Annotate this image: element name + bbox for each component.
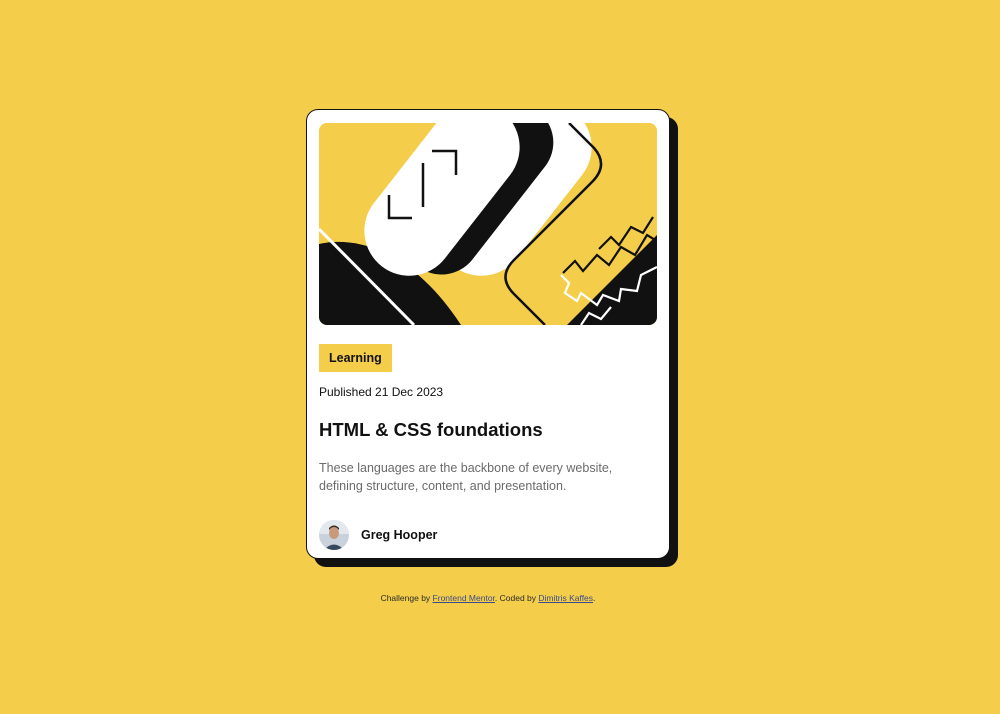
abstract-illustration-icon — [319, 123, 657, 325]
coder-link[interactable]: Dimitris Kaffes — [538, 593, 593, 603]
attribution: Challenge by Frontend Mentor. Coded by D… — [0, 593, 976, 603]
author-name: Greg Hooper — [361, 528, 438, 542]
card-title[interactable]: HTML & CSS foundations — [319, 419, 657, 441]
frontend-mentor-link[interactable]: Frontend Mentor — [433, 593, 495, 603]
avatar-portrait-icon — [319, 520, 349, 550]
publish-date: Published 21 Dec 2023 — [319, 385, 444, 399]
hero-illustration — [319, 123, 657, 325]
attribution-suffix: . — [593, 593, 596, 603]
attribution-middle: . Coded by — [494, 593, 539, 603]
category-tag: Learning — [319, 344, 392, 372]
attribution-prefix: Challenge by — [380, 593, 433, 603]
card-description: These languages are the backbone of ever… — [319, 461, 613, 493]
blog-preview-card: Learning Published 21 Dec 2023 HTML & CS… — [306, 109, 670, 559]
page: Learning Published 21 Dec 2023 HTML & CS… — [0, 0, 1000, 714]
avatar — [319, 520, 349, 550]
author: Greg Hooper — [319, 520, 657, 550]
